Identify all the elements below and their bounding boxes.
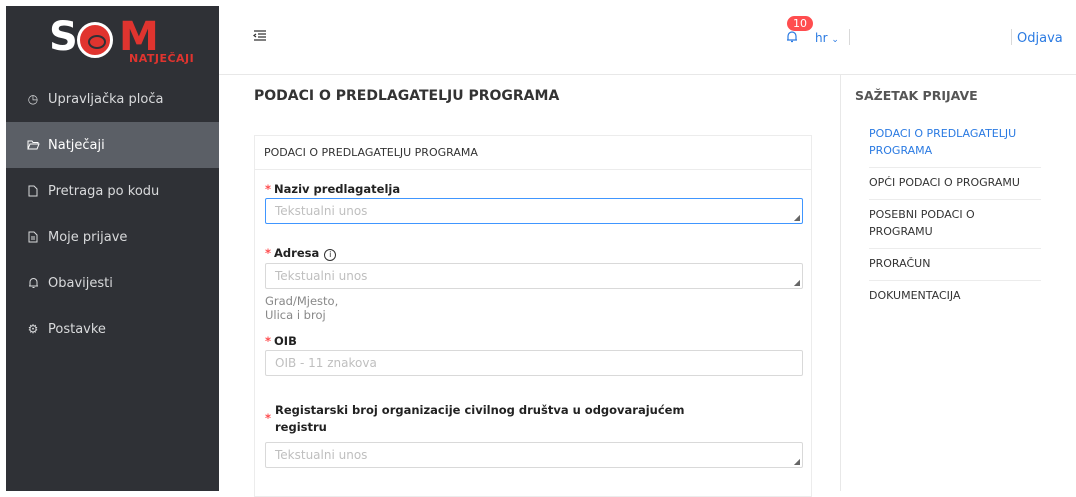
required-mark: * [265, 411, 272, 425]
folder-open-icon [26, 138, 40, 152]
sidebar: S M NATJEČAJI ◷ Upravljačka ploča Natječ… [6, 6, 219, 491]
resize-handle-icon[interactable]: ◢ [794, 213, 800, 222]
summary-item-posebni-podaci[interactable]: POSEBNI PODACI O PROGRAMU [869, 200, 1041, 249]
sidebar-item-dashboard[interactable]: ◷ Upravljačka ploča [6, 76, 219, 122]
resize-handle-icon[interactable]: ◢ [794, 278, 800, 287]
field-adresa: * Adresa i Tekstualni unos ◢ Grad/Mjesto, … [265, 246, 803, 322]
sidebar-item-label: Pretraga po kodu [48, 183, 160, 199]
summary-item-opci-podaci[interactable]: OPĆI PODACI O PROGRAMU [869, 168, 1041, 200]
input-placeholder: Tekstualni unos [275, 269, 368, 283]
field-label-text: OIB [274, 334, 297, 348]
logo-fish-icon [77, 22, 113, 58]
field-label: * Naziv predlagatelja [265, 182, 400, 196]
field-help-text: Grad/Mjesto, Ulica i broj [265, 294, 339, 322]
sidebar-nav: ◷ Upravljačka ploča Natječaji Pretraga p… [6, 76, 219, 352]
field-label: * Registarski broj organizacije civilnog… [265, 402, 684, 436]
adresa-input[interactable]: Tekstualni unos ◢ [265, 263, 803, 289]
gear-icon: ⚙ [27, 322, 39, 336]
summary-list: PODACI O PREDLAGATELJU PROGRAMA OPĆI POD… [869, 119, 1041, 312]
info-icon[interactable]: i [324, 249, 337, 261]
summary-title: SAŽETAK PRIJAVE [855, 88, 978, 103]
sidebar-item-label: Postavke [48, 321, 106, 337]
field-label: * OIB [265, 334, 297, 348]
logout-link[interactable]: Odjava [1017, 31, 1063, 46]
language-select[interactable]: hr ⌄ [815, 31, 839, 45]
field-naziv: * Naziv predlagatelja Tekstualni unos ◢ [265, 182, 803, 224]
oib-input[interactable]: OIB - 11 znakova [265, 350, 803, 376]
file-icon [26, 184, 40, 198]
required-mark: * [265, 334, 272, 348]
notification-bell-icon[interactable] [786, 30, 798, 47]
application-summary: SAŽETAK PRIJAVE PODACI O PREDLAGATELJU P… [840, 75, 1076, 491]
registarski-broj-input[interactable]: Tekstualni unos ◢ [265, 442, 803, 468]
divider [849, 29, 850, 45]
card-title: PODACI O PREDLAGATELJU PROGRAMA [255, 136, 811, 170]
input-placeholder: Tekstualni unos [275, 448, 368, 462]
language-value: hr [815, 31, 828, 45]
dashboard-icon: ◷ [27, 92, 39, 106]
sidebar-item-settings[interactable]: ⚙ Postavke [6, 306, 219, 352]
logo[interactable]: S M NATJEČAJI [6, 6, 219, 74]
sidebar-item-label: Natječaji [48, 137, 105, 153]
required-mark: * [265, 246, 272, 260]
sidebar-item-tenders[interactable]: Natječaji [6, 122, 219, 168]
summary-item-predlagatelj[interactable]: PODACI O PREDLAGATELJU PROGRAMA [869, 119, 1041, 168]
field-label-text: registru [275, 420, 327, 434]
field-label-text: Naziv predlagatelja [274, 182, 401, 196]
field-label: * Adresa i [265, 246, 337, 261]
resize-handle-icon[interactable]: ◢ [794, 457, 800, 466]
divider [1011, 29, 1012, 45]
notification-badge: 10 [787, 16, 813, 31]
bell-icon [26, 276, 40, 290]
form-card: PODACI O PREDLAGATELJU PROGRAMA * Naziv p… [254, 135, 812, 497]
sidebar-item-search-by-code[interactable]: Pretraga po kodu [6, 168, 219, 214]
sidebar-item-label: Upravljačka ploča [48, 91, 164, 107]
sidebar-item-my-applications[interactable]: Moje prijave [6, 214, 219, 260]
required-mark: * [265, 182, 272, 196]
field-label-text: Registarski broj organizacije civilnog d… [275, 403, 685, 417]
menu-fold-icon[interactable] [253, 27, 267, 46]
naziv-predlagatelja-input[interactable]: Tekstualni unos ◢ [265, 198, 803, 224]
main-content: PODACI O PREDLAGATELJU PROGRAMA PODACI O… [219, 75, 839, 497]
chevron-down-icon: ⌄ [831, 35, 839, 45]
header: 10 hr ⌄ Odjava [219, 0, 1076, 75]
field-oib: * OIB OIB - 11 znakova [265, 334, 803, 376]
sidebar-item-notifications[interactable]: Obavijesti [6, 260, 219, 306]
logo-s: S [49, 14, 79, 60]
field-registarski-broj: * Registarski broj organizacije civilnog… [265, 402, 803, 468]
summary-item-proracun[interactable]: PRORAČUN [869, 249, 1041, 281]
page-title: PODACI O PREDLAGATELJU PROGRAMA [254, 88, 560, 104]
input-placeholder: Tekstualni unos [275, 204, 368, 218]
summary-item-dokumentacija[interactable]: DOKUMENTACIJA [869, 281, 1041, 312]
sidebar-item-label: Moje prijave [48, 229, 128, 245]
field-label-text: Adresa [274, 246, 320, 260]
file-text-icon [26, 230, 40, 244]
input-placeholder: OIB - 11 znakova [275, 356, 377, 370]
sidebar-item-label: Obavijesti [48, 275, 113, 291]
logo-subtitle: NATJEČAJI [129, 52, 195, 65]
logo-mark: S M NATJEČAJI [49, 14, 194, 68]
